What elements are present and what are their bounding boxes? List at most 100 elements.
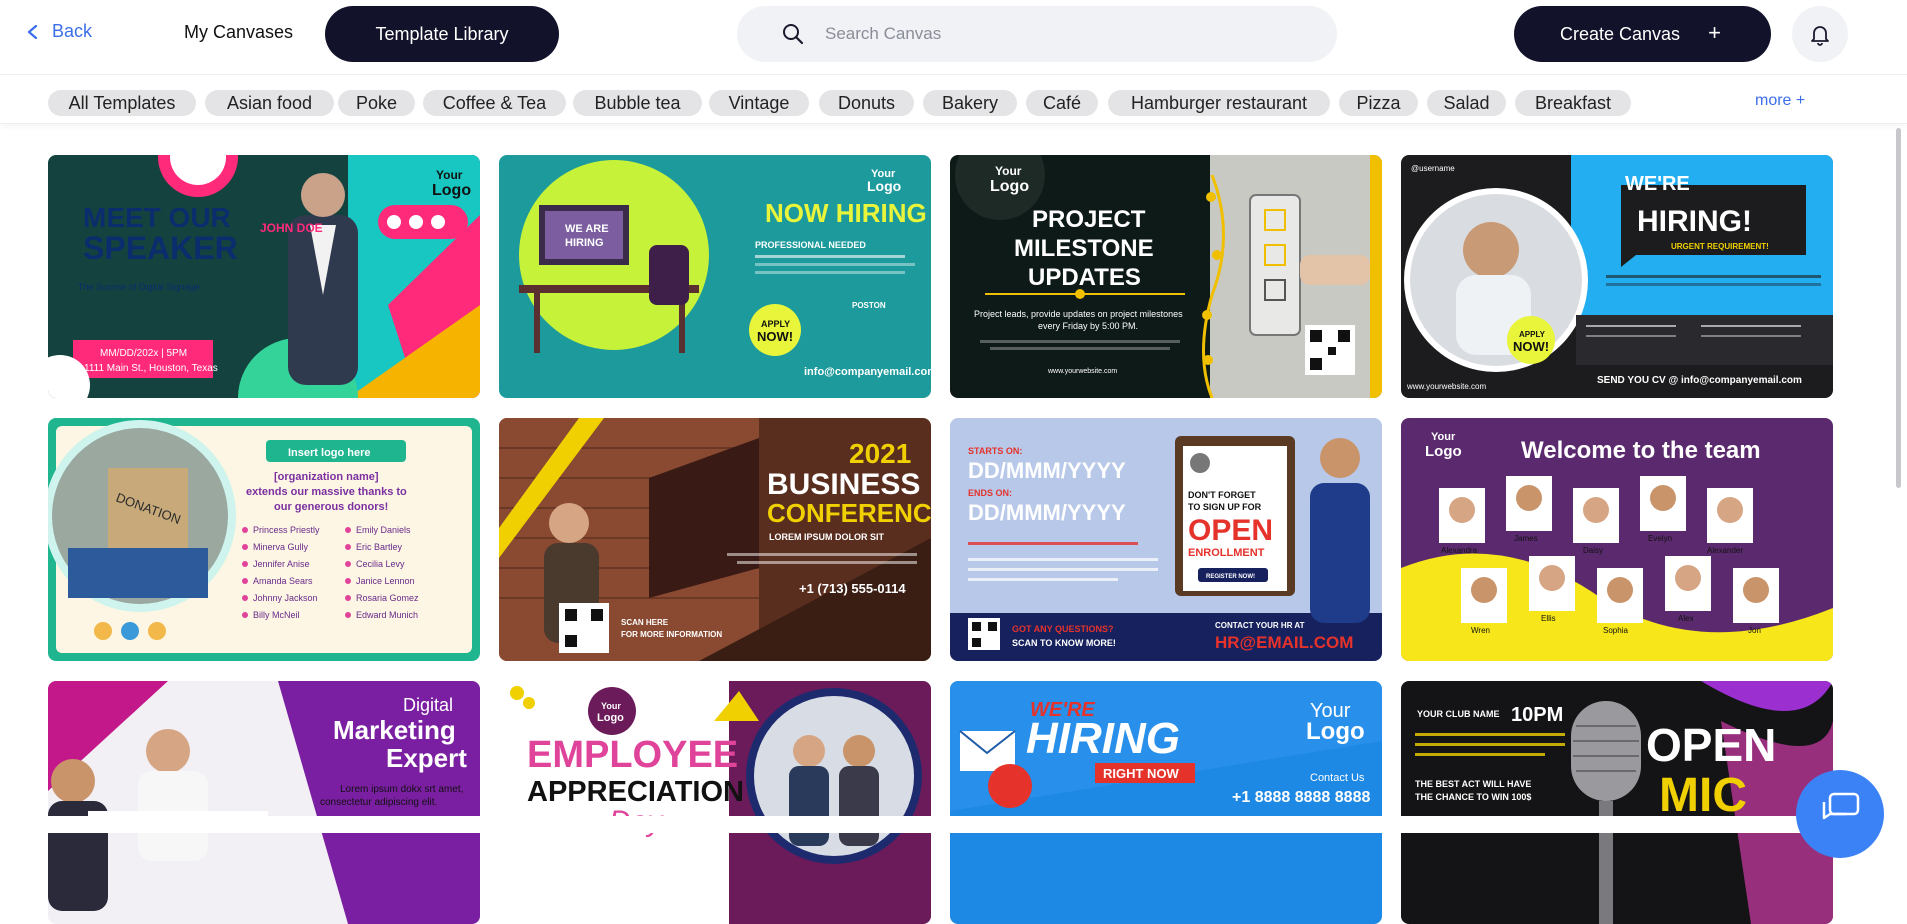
template-reminder-line-2: TO SIGN UP FOR [1188, 502, 1262, 512]
template-logo-line-2: Logo [1306, 718, 1365, 745]
template-card-meet-our-speaker[interactable]: MEET OUR SPEAKER The Sunrise of Digital … [48, 155, 480, 398]
template-logo-placeholder: Insert logo here [288, 447, 371, 459]
back-label: Back [52, 21, 93, 41]
create-canvas-button[interactable]: Create Canvas + [1514, 6, 1771, 62]
template-title-line-1: OPEN [1188, 514, 1273, 547]
donor-name: Janice Lennon [356, 576, 415, 586]
template-title-line-2: MIC [1659, 769, 1747, 822]
template-question: GOT ANY QUESTIONS? [1012, 624, 1114, 634]
template-card-now-hiring[interactable]: WE ARE HIRING NOW HIRING PROFESSIONAL NE… [499, 155, 931, 398]
template-logo-line-2: Logo [597, 712, 624, 724]
template-card-employee-appreciation[interactable]: Your Logo EMPLOYEE APPRECIATION Day [499, 681, 931, 924]
member-name: Alexandra [1441, 546, 1478, 555]
chat-icon [1822, 792, 1860, 820]
tab-my-canvases[interactable]: My Canvases [184, 22, 293, 43]
template-body-line-2: every Friday by 5:00 PM. [1038, 321, 1138, 331]
template-logo-line-2: Logo [990, 178, 1029, 195]
template-club-name: YOUR CLUB NAME [1417, 709, 1500, 719]
template-scan: SCAN TO KNOW MORE! [1012, 638, 1116, 648]
template-time: 10PM [1511, 704, 1563, 726]
template-start-date: DD/MMM/YYYY [968, 458, 1126, 483]
donor-name: Amanda Sears [253, 576, 313, 586]
template-thumbnail: DONATION Insert logo here [organization … [48, 418, 480, 661]
template-body-line-1: Lorem ipsum dokx srt amet, [340, 784, 463, 795]
template-tagline: LOREM IPSUM DOLOR SIT [769, 532, 885, 542]
template-title-line-2: SPEAKER [83, 230, 238, 266]
donor-name: Rosaria Gomez [356, 593, 419, 603]
template-logo-line-2: Logo [867, 178, 901, 194]
template-card-open-mic[interactable]: YOUR CLUB NAME 10PM THE BEST ACT WILL HA… [1401, 681, 1833, 924]
filter-chip-breakfast[interactable]: Breakfast [1515, 90, 1631, 116]
template-card-were-hiring[interactable]: WE'RE HIRING! URGENT REQUIREMENT! APPLY … [1401, 155, 1833, 398]
template-card-welcome-team[interactable]: Your Logo Welcome to the team Alexandra … [1401, 418, 1833, 661]
template-screen-line-1: WE ARE [565, 223, 609, 235]
template-body-line-2: consectetur adipiscing elit. [320, 797, 437, 808]
template-card-project-milestone[interactable]: Your Logo PROJECT MILESTONE UPDATES Proj… [950, 155, 1382, 398]
template-card-open-enrollment[interactable]: STARTS ON: DD/MMM/YYYY ENDS ON: DD/MMM/Y… [950, 418, 1382, 661]
template-apply-line-2: NOW! [1513, 339, 1549, 354]
donor-name: Billy McNeil [253, 610, 300, 620]
template-end-date: DD/MMM/YYYY [968, 500, 1126, 525]
template-card-digital-marketing[interactable]: Digital Marketing Expert Lorem ipsum dok… [48, 681, 480, 924]
template-screen-line-2: HIRING [565, 237, 604, 249]
template-website: www.yourwebsite.com [1406, 382, 1486, 391]
top-bar: Back My Canvases Template Library Create… [0, 0, 1907, 68]
template-scan-line-2: FOR MORE INFORMATION [621, 630, 722, 639]
filter-chip-poke[interactable]: Poke [338, 90, 415, 116]
template-body-line-1: Project leads, provide updates on projec… [974, 309, 1183, 319]
template-title-line-1: Digital [403, 695, 453, 715]
member-name: Sophia [1603, 626, 1628, 635]
template-title: NOW HIRING [765, 198, 927, 228]
search-input[interactable] [825, 24, 1265, 44]
more-filters-link[interactable]: more + [1755, 92, 1805, 110]
filter-chip-salad[interactable]: Salad [1427, 90, 1506, 116]
member-name: Alexander [1707, 546, 1743, 555]
donor-name: Edward Munich [356, 610, 418, 620]
filter-chip-bakery[interactable]: Bakery [923, 90, 1017, 116]
filter-chip-vintage[interactable]: Vintage [709, 90, 809, 116]
filter-chip-all-templates[interactable]: All Templates [48, 90, 196, 116]
notifications-button[interactable] [1792, 6, 1848, 62]
viewport-bottom-edge [0, 816, 1907, 833]
filter-chip-cafe[interactable]: Café [1026, 90, 1098, 116]
tab-template-library[interactable]: Template Library [325, 6, 559, 62]
template-subtitle: RIGHT NOW [1103, 766, 1180, 781]
template-apply-line-1: APPLY [1519, 330, 1546, 339]
template-contact-email: HR@EMAIL.COM [1215, 633, 1353, 652]
filter-chip-hamburger-restaurant[interactable]: Hamburger restaurant [1108, 90, 1330, 116]
template-logo-line-1: Your [601, 701, 621, 711]
member-name: Alex [1678, 614, 1694, 623]
template-card-business-conference[interactable]: 2021 BUSINESS CONFERENCE LOREM IPSUM DOL… [499, 418, 931, 661]
template-thumbnail: WE'RE HIRING! URGENT REQUIREMENT! APPLY … [1401, 155, 1833, 398]
template-title: Welcome to the team [1521, 437, 1761, 464]
filter-chip-donuts[interactable]: Donuts [819, 90, 914, 116]
template-contact-label: CONTACT YOUR HR AT [1215, 621, 1305, 630]
template-apply-line-2: NOW! [757, 329, 793, 344]
template-card-hiring-right-now[interactable]: WE'RE HIRING RIGHT NOW Your Logo Contact… [950, 681, 1382, 924]
template-thanks-line-2: our generous donors! [274, 501, 388, 513]
template-thanks-line-1: extends our massive thanks to [246, 486, 407, 498]
back-button[interactable]: Back [26, 21, 92, 42]
template-thumbnail: Your Logo PROJECT MILESTONE UPDATES Proj… [950, 155, 1382, 398]
member-name: Daisy [1583, 546, 1603, 555]
template-card-donation-thanks[interactable]: DONATION Insert logo here [organization … [48, 418, 480, 661]
template-title-line-1: BUSINESS [767, 468, 920, 501]
filter-chip-bubble-tea[interactable]: Bubble tea [573, 90, 702, 116]
template-subtitle: The Sunrise of Digital Signage [78, 282, 200, 292]
template-thumbnail: Your Logo EMPLOYEE APPRECIATION Day [499, 681, 931, 924]
chat-support-button[interactable] [1796, 770, 1884, 858]
filter-chip-coffee-tea[interactable]: Coffee & Tea [423, 90, 566, 116]
bell-icon [1811, 26, 1829, 46]
template-urgent: URGENT REQUIREMENT! [1671, 242, 1769, 251]
template-title-line-2: Marketing [333, 715, 456, 745]
template-thumbnail: YOUR CLUB NAME 10PM THE BEST ACT WILL HA… [1401, 681, 1833, 924]
template-title-line-1: OPEN [1646, 719, 1776, 771]
template-title-line-2: HIRING! [1637, 205, 1752, 238]
donor-name: Cecilia Levy [356, 559, 405, 569]
filter-chip-pizza[interactable]: Pizza [1339, 90, 1418, 116]
template-title-line-3: Expert [386, 743, 467, 773]
filter-chip-asian-food[interactable]: Asian food [205, 90, 334, 116]
category-filter-bar: All Templates Asian food Poke Coffee & T… [0, 74, 1907, 124]
page-scrollbar[interactable] [1896, 128, 1901, 488]
template-title-line-1: MEET OUR [83, 202, 231, 233]
